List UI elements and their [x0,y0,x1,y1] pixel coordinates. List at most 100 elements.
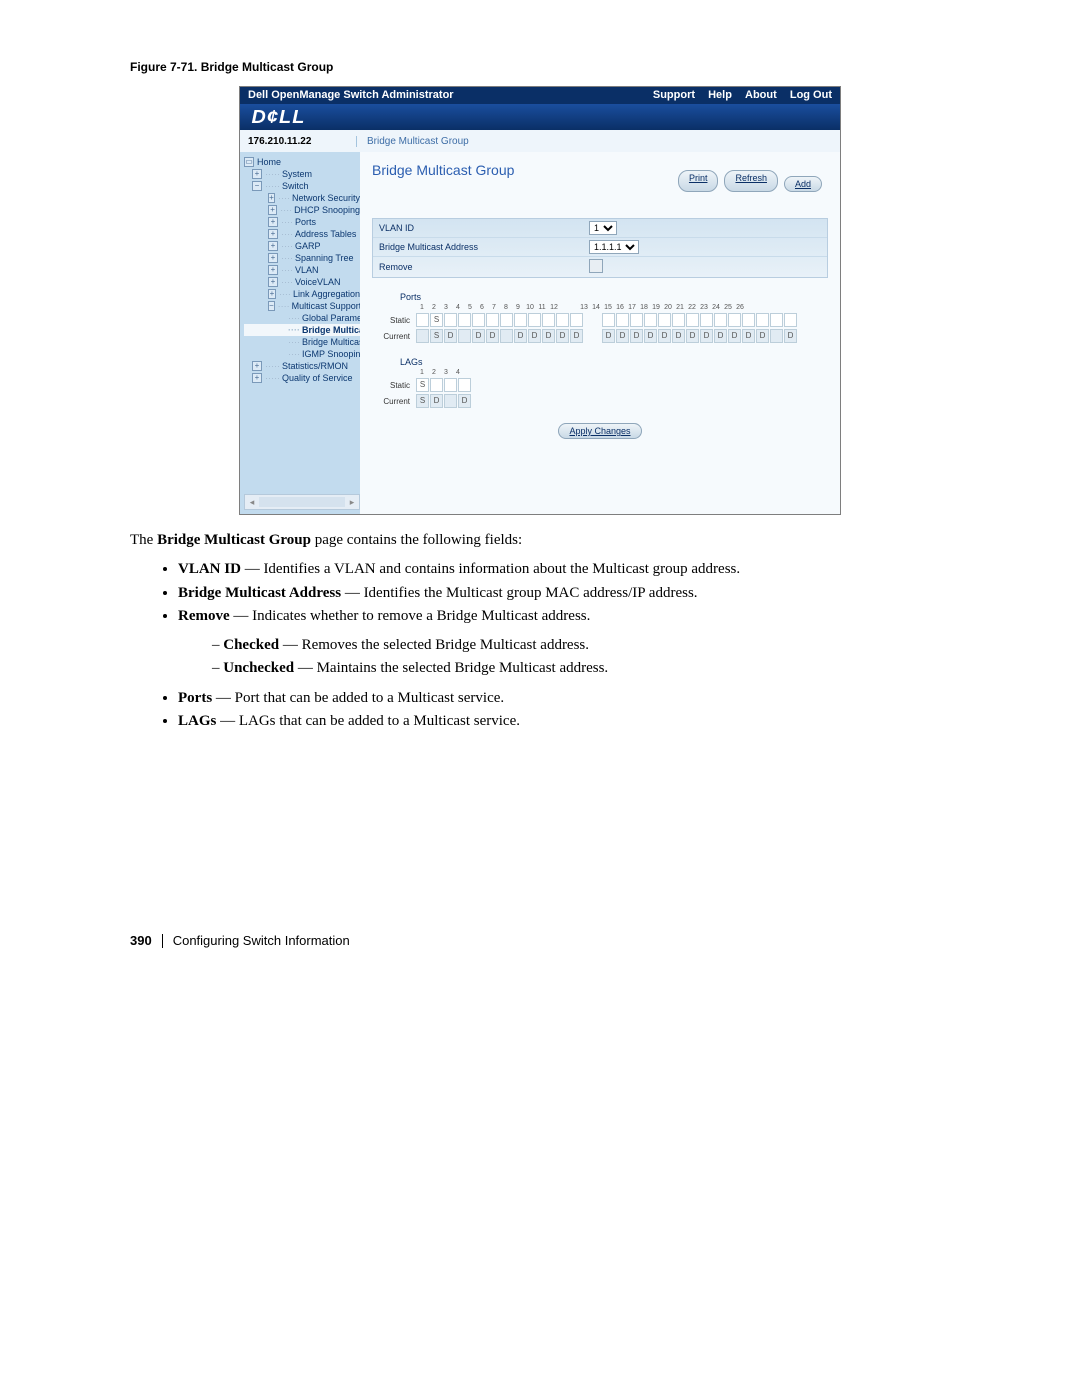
port-cell[interactable]: D [644,329,657,343]
bma-select[interactable]: 1.1.1.1 [589,240,639,254]
port-cell[interactable] [672,313,685,327]
port-cell[interactable] [714,313,727,327]
expand-icon[interactable]: + [268,277,278,287]
scroll-left-icon[interactable]: ◂ [247,496,257,508]
port-cell[interactable] [514,313,527,327]
expand-icon[interactable]: + [268,241,278,251]
port-cell[interactable]: D [528,329,541,343]
collapse-icon[interactable]: − [268,301,275,311]
port-cell[interactable] [616,313,629,327]
port-cell[interactable] [556,313,569,327]
port-cell[interactable] [770,329,783,343]
expand-icon[interactable]: + [268,229,278,239]
port-cell[interactable]: D [742,329,755,343]
port-cell[interactable] [416,329,429,343]
port-cell[interactable] [500,329,513,343]
support-link[interactable]: Support [653,89,695,101]
port-cell[interactable]: D [486,329,499,343]
port-cell[interactable]: D [658,329,671,343]
nav-statistics-rmon[interactable]: +·····Statistics/RMON [244,360,360,372]
port-cell[interactable] [486,313,499,327]
expand-icon[interactable]: + [268,253,278,263]
nav-global-parameters[interactable]: ····Global Parameters [244,312,360,324]
expand-icon[interactable]: + [252,169,262,179]
port-cell[interactable]: D [784,329,797,343]
port-cell[interactable]: D [542,329,555,343]
port-cell[interactable]: D [616,329,629,343]
port-cell[interactable] [756,313,769,327]
expand-icon[interactable]: + [268,289,276,299]
port-cell[interactable] [444,313,457,327]
print-button[interactable]: Print [678,170,719,192]
port-cell[interactable]: D [458,394,471,408]
nav-igmp-snooping[interactable]: ····IGMP Snooping [244,348,360,360]
collapse-icon[interactable]: − [252,181,262,191]
nav-network-security[interactable]: +····Network Security [244,192,360,204]
refresh-button[interactable]: Refresh [724,170,778,192]
add-button[interactable]: Add [784,176,822,192]
vlan-id-select[interactable]: 1 [589,221,617,235]
port-cell[interactable]: D [756,329,769,343]
nav-bridge-multicast[interactable]: ····Bridge Multicast [244,324,360,336]
port-cell[interactable] [742,313,755,327]
nav-garp[interactable]: +····GARP [244,240,360,252]
nav-ports[interactable]: +····Ports [244,216,360,228]
port-cell[interactable] [658,313,671,327]
port-cell[interactable] [570,313,583,327]
expand-icon[interactable]: + [268,265,278,275]
port-cell[interactable] [784,313,797,327]
port-cell[interactable]: D [514,329,527,343]
nav-link-aggregation[interactable]: +····Link Aggregation [244,288,360,300]
nav-voicevlan[interactable]: +····VoiceVLAN [244,276,360,288]
port-cell[interactable] [602,313,615,327]
nav-dhcp-snooping[interactable]: +····DHCP Snooping [244,204,360,216]
port-cell[interactable]: D [602,329,615,343]
port-cell[interactable] [500,313,513,327]
nav-multicast-support[interactable]: −····Multicast Support [244,300,360,312]
port-cell[interactable] [458,313,471,327]
port-cell[interactable] [528,313,541,327]
scroll-right-icon[interactable]: ▸ [347,496,357,508]
port-cell[interactable]: D [570,329,583,343]
expand-icon[interactable]: + [268,193,275,203]
logout-link[interactable]: Log Out [790,89,832,101]
port-cell[interactable] [700,313,713,327]
port-cell[interactable]: D [714,329,727,343]
nav-vlan[interactable]: +····VLAN [244,264,360,276]
port-cell[interactable] [458,329,471,343]
port-cell[interactable] [416,313,429,327]
port-cell[interactable]: S [416,394,429,408]
port-cell[interactable]: D [430,394,443,408]
port-cell[interactable]: D [686,329,699,343]
port-cell[interactable]: D [556,329,569,343]
port-cell[interactable] [728,313,741,327]
scroll-track[interactable] [259,497,345,507]
remove-checkbox[interactable] [589,259,603,273]
about-link[interactable]: About [745,89,777,101]
expand-icon[interactable]: + [252,361,262,371]
nav-scrollbar[interactable]: ◂ ▸ [244,494,360,510]
port-cell[interactable] [472,313,485,327]
port-cell[interactable] [430,378,443,392]
nav-bridge-multicast-f[interactable]: ····Bridge Multicast F [244,336,360,348]
port-cell[interactable] [686,313,699,327]
port-cell[interactable] [458,378,471,392]
port-cell[interactable]: S [430,313,443,327]
port-cell[interactable]: S [430,329,443,343]
port-cell[interactable] [630,313,643,327]
port-cell[interactable] [444,394,457,408]
nav-system[interactable]: +·····System [244,168,360,180]
port-cell[interactable]: D [472,329,485,343]
port-cell[interactable]: D [700,329,713,343]
expand-icon[interactable]: + [268,205,277,215]
port-cell[interactable] [644,313,657,327]
nav-quality-of-service[interactable]: +·····Quality of Service [244,372,360,384]
port-cell[interactable]: D [728,329,741,343]
apply-changes-button[interactable]: Apply Changes [558,423,641,439]
port-cell[interactable] [542,313,555,327]
nav-address-tables[interactable]: +····Address Tables [244,228,360,240]
help-link[interactable]: Help [708,89,732,101]
nav-home[interactable]: ▭Home [244,156,360,168]
expand-icon[interactable]: + [252,373,262,383]
nav-spanning-tree[interactable]: +····Spanning Tree [244,252,360,264]
